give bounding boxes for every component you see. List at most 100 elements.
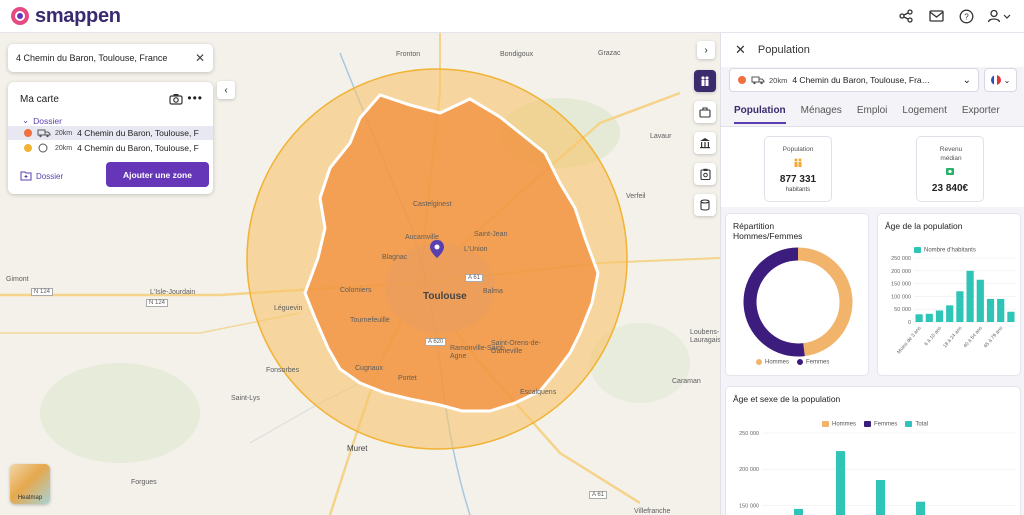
chevron-left-icon: ‹ [224,84,228,96]
tab-exporter[interactable]: Exporter [962,105,1000,125]
map-label: Léguevin [274,305,303,312]
add-zone-button[interactable]: Ajouter une zone [106,162,209,187]
my-map-panel: Ma carte ••• ⌄ Dossier 20km 4 Chemin du … [8,82,213,194]
share-icon[interactable] [896,6,916,26]
legend-femmes: Femmes [797,359,829,366]
map-label: Lavaur [650,133,672,140]
kpi-value: 877 331 [779,174,817,185]
gender-donut-chart [743,247,853,357]
age-sex-bar [794,508,803,515]
age-bar [1007,311,1015,322]
zone-item[interactable]: 20km 4 Chemin du Baron, Toulouse, France [8,141,213,155]
age-bar [976,279,984,322]
road-label: A 61 [589,491,608,499]
map-label: Toulouse [423,291,467,302]
age-sex-bar [916,501,925,515]
mail-icon[interactable] [926,6,946,26]
search-input[interactable]: 4 Chemin du Baron, Toulouse, France [16,53,195,63]
population-tool-button[interactable] [694,70,716,92]
app-logo[interactable]: smappen [10,5,121,28]
camera-icon[interactable] [169,92,183,110]
zone-radius: 20km [55,144,73,152]
my-map-title: Ma carte [20,94,59,105]
address-search[interactable]: 4 Chemin du Baron, Toulouse, France ✕ [8,44,213,72]
tab-emploi[interactable]: Emploi [857,105,888,125]
road-label: A 61 [465,274,484,282]
map-label: Castelginest [413,201,452,208]
panel-header: ✕ Population [721,33,1024,67]
stats-panel: ✕ Population 20km 4 Chemin du Baron, Tou… [720,33,1024,515]
population-kpi: Population 877 331 habitants [764,136,832,202]
y-tick-label: 150 000 [891,282,911,288]
help-icon[interactable]: ? [956,6,976,26]
age-bar [997,298,1005,322]
map-label: Saint-Orens-de-Gameville [491,340,541,355]
zone-color-dot [738,76,746,84]
bank-icon [700,138,710,149]
database-tool-button[interactable] [694,194,716,216]
map-label: Grazac [598,50,621,57]
map-label: Cugnaux [355,365,384,372]
map-label: Blagnac [382,254,408,261]
map-label: Tournefeuille [350,317,390,324]
map-label: Bondigoux [500,51,534,58]
y-tick-label: 250 000 [739,431,759,437]
add-folder-button[interactable]: Dossier [20,171,63,181]
map-label: Colomiers [340,287,372,294]
map-label: Fronton [396,51,421,58]
y-tick-label: 0 [908,320,911,326]
zone-radius: 20km [769,75,788,85]
x-tick-label: 65 à 79 ans [983,325,1005,349]
road-label: N 124 [146,299,169,307]
add-folder-label: Dossier [36,171,64,181]
kpi-sub: habitants [785,187,811,193]
map-label: Balma [483,288,503,295]
collapse-right-button[interactable]: › [697,41,715,59]
zone-item[interactable]: 20km 4 Chemin du Baron, Toulouse, France [8,126,213,140]
folder-row[interactable]: ⌄ Dossier [22,115,62,126]
tab-logement[interactable]: Logement [902,105,946,125]
y-tick-label: 150 000 [739,503,759,509]
user-icon[interactable] [986,6,1014,26]
legend-hommes: Hommes [756,359,789,366]
age-sex-card: Âge et sexe de la population Hommes Femm… [725,386,1021,515]
logo-icon [11,7,29,25]
heatmap-label: Heatmap [17,495,43,501]
tab-population[interactable]: Population [734,105,786,124]
age-sex-bar [876,480,885,515]
zone-name: 4 Chemin du Baron, Toulouse, France [77,128,199,138]
institutions-tool-button[interactable] [694,132,716,154]
heatmap-button[interactable]: Heatmap [10,464,50,504]
clipboard-icon [699,168,711,180]
map-label: Villefranche [634,508,671,515]
collapse-left-button[interactable]: ‹ [217,81,235,99]
zone-select[interactable]: 20km 4 Chemin du Baron, Toulouse, France… [729,68,979,92]
map-label: Escalquens [520,389,557,396]
age-bar [925,313,933,322]
map-label: L'Isle-Jourdain [150,289,196,296]
age-sex-bar-chart: 250 000 200 000 150 000 [739,431,1016,515]
svg-text:?: ? [964,12,969,21]
age-bar [915,314,923,322]
x-tick-label: 18 à 24 ans [942,325,964,349]
people-icon [701,76,709,86]
x-tick-label: Moins de 3 ans [896,325,923,355]
tab-menages[interactable]: Ménages [801,105,842,125]
close-icon[interactable]: ✕ [735,42,746,58]
chevron-right-icon: › [704,44,708,56]
zone-color-dot [24,144,32,152]
report-tool-button[interactable] [694,163,716,185]
country-select[interactable]: ⌄ [984,68,1017,92]
business-tool-button[interactable] [694,101,716,123]
age-bar [946,305,954,322]
money-icon [946,168,954,175]
kpi-label: Population [782,146,814,153]
x-tick-label: 40 à 54 ans [962,325,984,349]
panel-tabs: Population Ménages Emploi Logement Expor… [721,105,1024,125]
more-options-icon[interactable]: ••• [187,91,203,105]
map-label: Muret [347,444,368,453]
age-bar-chart: 250 000 200 000 150 000 100 000 50 000 0Moins… [891,256,1016,355]
age-bar [966,270,974,322]
gender-legend: Hommes Femmes [756,359,829,366]
close-icon[interactable]: ✕ [195,51,205,65]
